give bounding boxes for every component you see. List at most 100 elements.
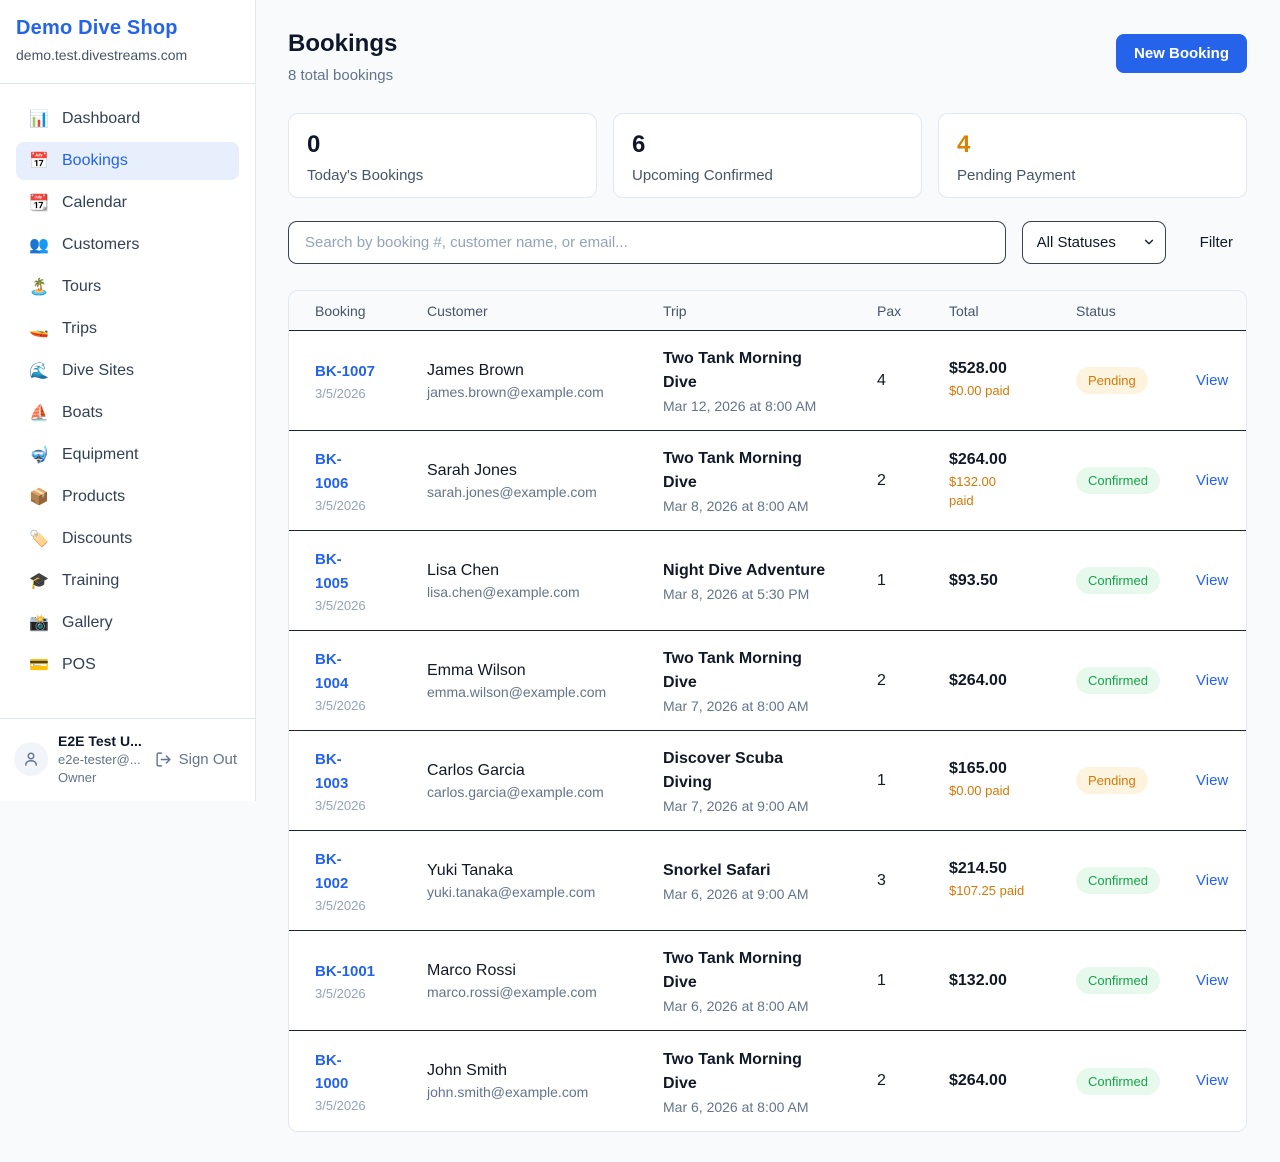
- sidebar-item-tours[interactable]: 🏝️ Tours: [16, 268, 239, 306]
- stat-value: 6: [632, 133, 903, 157]
- sidebar-item-label: Training: [62, 572, 119, 590]
- customer-name: Carlos Garcia: [427, 762, 653, 780]
- view-link[interactable]: View: [1196, 372, 1228, 389]
- bookings-table: Booking Customer Trip Pax Total Status B…: [288, 290, 1247, 1132]
- sidebar-item-bookings[interactable]: 📅 Bookings: [16, 142, 239, 180]
- view-link[interactable]: View: [1196, 572, 1228, 589]
- filter-controls: All Statuses Filter: [288, 221, 1247, 264]
- sidebar-item-label: Equipment: [62, 446, 139, 464]
- filter-button[interactable]: Filter: [1182, 234, 1247, 251]
- customer-name: Sarah Jones: [427, 462, 653, 480]
- booking-id-link[interactable]: BK-1005: [315, 548, 369, 595]
- sidebar-item-training[interactable]: 🎓 Training: [16, 562, 239, 600]
- sidebar-item-dashboard[interactable]: 📊 Dashboard: [16, 100, 239, 138]
- view-link[interactable]: View: [1196, 472, 1228, 489]
- avatar: [14, 742, 48, 776]
- total-amount: $528.00: [949, 360, 1066, 378]
- sidebar-item-label: Calendar: [62, 194, 127, 212]
- sidebar-item-discounts[interactable]: 🏷️ Discounts: [16, 520, 239, 558]
- sign-out-button[interactable]: Sign Out: [155, 751, 239, 768]
- view-link[interactable]: View: [1196, 972, 1228, 989]
- sidebar-item-label: Boats: [62, 404, 103, 422]
- stat-label: Upcoming Confirmed: [632, 167, 903, 184]
- trip-datetime: Mar 6, 2026 at 8:00 AM: [663, 998, 867, 1014]
- view-link[interactable]: View: [1196, 672, 1228, 689]
- trip-datetime: Mar 7, 2026 at 9:00 AM: [663, 798, 867, 814]
- status-badge: Confirmed: [1076, 1068, 1160, 1095]
- gallery-icon: 📸: [29, 613, 49, 633]
- sidebar-item-label: Trips: [62, 320, 97, 338]
- dashboard-icon: 📊: [29, 109, 49, 129]
- column-header-pax: Pax: [877, 303, 949, 319]
- trip-name: Two Tank Morning Dive: [663, 1048, 829, 1096]
- booking-id-link[interactable]: BK-1006: [315, 448, 369, 495]
- booking-id-link[interactable]: BK-1003: [315, 748, 369, 795]
- trip-datetime: Mar 6, 2026 at 8:00 AM: [663, 1099, 867, 1115]
- sidebar-item-products[interactable]: 📦 Products: [16, 478, 239, 516]
- status-filter-wrap: All Statuses: [1022, 221, 1166, 264]
- booking-id-link[interactable]: BK-1004: [315, 648, 369, 695]
- column-header-customer: Customer: [427, 303, 663, 319]
- customer-name: Emma Wilson: [427, 662, 653, 680]
- customer-name: Lisa Chen: [427, 562, 653, 580]
- main-content: Bookings 8 total bookings New Booking 0 …: [256, 0, 1280, 1132]
- new-booking-button[interactable]: New Booking: [1116, 34, 1247, 73]
- sidebar-item-dive-sites[interactable]: 🌊 Dive Sites: [16, 352, 239, 390]
- column-header-trip: Trip: [663, 303, 877, 319]
- products-icon: 📦: [29, 487, 49, 507]
- column-header-booking: Booking: [315, 303, 427, 319]
- total-amount: $264.00: [949, 451, 1066, 469]
- customer-email: sarah.jones@example.com: [427, 484, 653, 500]
- customer-email: carlos.garcia@example.com: [427, 784, 653, 800]
- trip-name: Night Dive Adventure: [663, 559, 829, 583]
- sidebar-nav: 📊 Dashboard 📅 Bookings 📆 Calendar 👥 Cust…: [0, 84, 255, 692]
- booking-date: 3/5/2026: [315, 386, 417, 401]
- sidebar-item-label: Discounts: [62, 530, 132, 548]
- sidebar-item-label: POS: [62, 656, 96, 674]
- table-row: BK-1001 3/5/2026 Marco Rossi marco.rossi…: [289, 931, 1246, 1031]
- sidebar-item-equipment[interactable]: 🤿 Equipment: [16, 436, 239, 474]
- view-link[interactable]: View: [1196, 1072, 1228, 1089]
- booking-date: 3/5/2026: [315, 798, 417, 813]
- shop-name: Demo Dive Shop: [16, 17, 239, 40]
- booking-id-link[interactable]: BK-1007: [315, 360, 375, 383]
- booking-id-link[interactable]: BK-1002: [315, 848, 369, 895]
- pax-count: 1: [877, 972, 949, 990]
- view-link[interactable]: View: [1196, 772, 1228, 789]
- customer-name: Yuki Tanaka: [427, 862, 653, 880]
- booking-id-link[interactable]: BK-1000: [315, 1049, 369, 1096]
- status-badge: Confirmed: [1076, 567, 1160, 594]
- table-row: BK-1007 3/5/2026 James Brown james.brown…: [289, 331, 1246, 431]
- shop-header: Demo Dive Shop demo.test.divestreams.com: [0, 0, 255, 84]
- view-link[interactable]: View: [1196, 872, 1228, 889]
- sidebar-item-boats[interactable]: ⛵ Boats: [16, 394, 239, 432]
- customer-email: john.smith@example.com: [427, 1084, 653, 1100]
- customers-icon: 👥: [29, 235, 49, 255]
- sidebar-item-customers[interactable]: 👥 Customers: [16, 226, 239, 264]
- sidebar-item-gallery[interactable]: 📸 Gallery: [16, 604, 239, 642]
- stat-label: Pending Payment: [957, 167, 1228, 184]
- table-row: BK-1000 3/5/2026 John Smith john.smith@e…: [289, 1031, 1246, 1131]
- booking-id-link[interactable]: BK-1001: [315, 960, 375, 983]
- user-role: Owner: [58, 770, 145, 785]
- paid-amount: $0.00 paid: [949, 782, 1066, 801]
- sidebar-item-pos[interactable]: 💳 POS: [16, 646, 239, 684]
- booking-date: 3/5/2026: [315, 498, 417, 513]
- sidebar-item-trips[interactable]: 🚤 Trips: [16, 310, 239, 348]
- pax-count: 2: [877, 472, 949, 490]
- sidebar-item-label: Tours: [62, 278, 101, 296]
- table-row: BK-1004 3/5/2026 Emma Wilson emma.wilson…: [289, 631, 1246, 731]
- discounts-icon: 🏷️: [29, 529, 49, 549]
- stat-card-pending-payment: 4 Pending Payment: [938, 113, 1247, 198]
- customer-name: John Smith: [427, 1062, 653, 1080]
- training-icon: 🎓: [29, 571, 49, 591]
- trips-icon: 🚤: [29, 319, 49, 339]
- status-badge: Pending: [1076, 367, 1148, 394]
- person-icon: [22, 750, 40, 768]
- status-filter-select[interactable]: All Statuses: [1022, 221, 1166, 264]
- sidebar-user-footer: E2E Test U... e2e-tester@... Owner Sign …: [0, 718, 255, 801]
- search-input[interactable]: [288, 221, 1006, 264]
- customer-email: emma.wilson@example.com: [427, 684, 653, 700]
- status-badge: Confirmed: [1076, 667, 1160, 694]
- sidebar-item-calendar[interactable]: 📆 Calendar: [16, 184, 239, 222]
